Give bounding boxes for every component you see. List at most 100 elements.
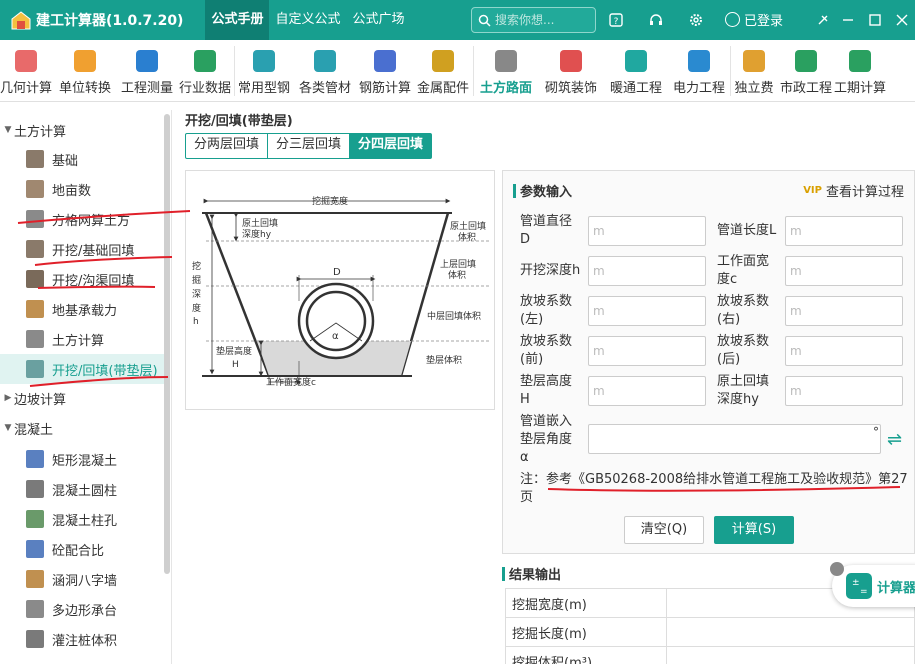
toolbar-item-5[interactable]: 各类管材: [293, 40, 357, 102]
minimize-icon[interactable]: [838, 10, 858, 30]
sidebar-item-earth-5[interactable]: 地基承载力: [0, 294, 164, 324]
label-orig-fill-volume: 体积: [458, 231, 476, 243]
sidebar-item-earth-7[interactable]: 开挖/回填(带垫层): [0, 354, 164, 384]
sidebar-item-concrete-5[interactable]: 多边形承台: [0, 594, 164, 624]
sidebar-item-concrete-0[interactable]: 矩形混凝土: [0, 444, 164, 474]
gear-icon[interactable]: [686, 10, 706, 30]
toolbar-item-6[interactable]: 钢筋计算: [357, 40, 413, 102]
sidebar-item-earth-0[interactable]: 基础: [0, 144, 164, 174]
app-logo-icon: [10, 9, 32, 31]
toolbar-item-4[interactable]: 常用型钢: [235, 40, 293, 102]
sidebar-item-icon: [26, 450, 44, 468]
group-earthwork[interactable]: ▼ 土方计算: [0, 120, 66, 140]
param-input-7[interactable]: [785, 336, 903, 366]
sidebar-item-concrete-3[interactable]: 砼配合比: [0, 534, 164, 564]
param-input-9[interactable]: [785, 376, 903, 406]
param-input-3[interactable]: [785, 256, 903, 286]
toolbar-item-1[interactable]: 单位转换: [52, 40, 118, 102]
tab-formula-manual[interactable]: 公式手册: [205, 0, 270, 40]
param-label-line: 度c: [717, 272, 738, 287]
param-input-6[interactable]: [588, 336, 706, 366]
tab-three-layer[interactable]: 分三层回填: [268, 134, 351, 158]
group-label: 土方计算: [14, 124, 67, 140]
tab-formula-square[interactable]: 公式广场: [347, 0, 411, 40]
toolbar-label: 暖通工程: [609, 81, 662, 96]
sidebar-item-label: 混凝土圆柱: [52, 483, 118, 499]
param-input-1[interactable]: [785, 216, 903, 246]
toolbar-item-3[interactable]: 行业数据: [176, 40, 234, 102]
toolbar-item-11[interactable]: 电力工程: [668, 40, 730, 102]
toolbar-item-9[interactable]: 砌筑装饰: [538, 40, 604, 102]
param-input-5[interactable]: [785, 296, 903, 326]
label-cushion-height: H: [232, 360, 239, 370]
label-depth-char: h: [193, 317, 199, 327]
top-tabs: 公式手册 自定义公式 公式广场: [205, 0, 410, 40]
reference-note: 注：参考《GB50268-2008给排水管道工程施工及验收规范》第27页: [520, 472, 908, 505]
category-toolbar: 几何计算 单位转换 工程测量 行业数据 常用型钢 各类管材 钢筋计算 金属配件 土方路面 砌筑装饰…: [0, 40, 915, 102]
sidebar-item-concrete-4[interactable]: 涵洞八字墙: [0, 564, 164, 594]
param-label-line: (后): [717, 352, 741, 367]
sidebar-item-icon: [26, 240, 44, 258]
calculator-float-button[interactable]: ± = 计算器: [832, 565, 915, 607]
param-label-line: (右): [717, 312, 741, 327]
sidebar-item-concrete-1[interactable]: 混凝土圆柱: [0, 474, 164, 504]
trench-diagram: 挖掘宽度 挖 掘 深 度 h 原土回填 深度hy 原土回填 体积 上层回填 体积…: [185, 170, 495, 410]
clear-button[interactable]: 清空(Q): [624, 516, 704, 544]
sidebar-scrollbar[interactable]: [164, 114, 170, 574]
group-concrete[interactable]: ▼ 混凝土: [0, 418, 53, 438]
param-label-2: 开挖深度h: [520, 262, 580, 280]
feedback-icon[interactable]: ?: [606, 10, 626, 30]
tab-four-layer[interactable]: 分四层回填: [350, 134, 432, 158]
toolbar-item-8[interactable]: 土方路面: [474, 40, 538, 102]
param-input-2[interactable]: [588, 256, 706, 286]
param-header: 参数输入: [513, 181, 572, 200]
toolbar-label: 独立费: [734, 81, 774, 96]
param-input-4[interactable]: [588, 296, 706, 326]
sidebar-item-concrete-2[interactable]: 混凝土柱孔: [0, 504, 164, 534]
sidebar-item-earth-1[interactable]: 地亩数: [0, 174, 164, 204]
title-bar: 建工计算器(1.0.7.20) 公式手册 自定义公式 公式广场 ? 已登录: [0, 0, 915, 40]
search-icon: [478, 14, 491, 27]
sidebar-item-earth-4[interactable]: 开挖/沟渠回填: [0, 264, 164, 294]
sidebar-item-earth-3[interactable]: 开挖/基础回填: [0, 234, 164, 264]
group-label: 混凝土: [14, 422, 54, 438]
param-label-line: 放坡系数: [520, 334, 573, 349]
view-process-link[interactable]: VIP 查看计算过程: [803, 181, 904, 200]
category-icon: [495, 50, 517, 72]
pin-icon[interactable]: [813, 10, 833, 30]
tab-two-layer[interactable]: 分两层回填: [186, 134, 269, 158]
param-input-0[interactable]: [588, 216, 706, 246]
param-input-8[interactable]: [588, 376, 706, 406]
result-header-label: 结果输出: [509, 568, 562, 583]
toolbar-item-7[interactable]: 金属配件: [413, 40, 473, 102]
search-input[interactable]: [495, 13, 590, 27]
group-label: 边坡计算: [14, 392, 67, 408]
login-status[interactable]: 已登录: [725, 10, 783, 29]
embed-angle-input[interactable]: [588, 424, 881, 454]
category-icon: [374, 50, 396, 72]
toolbar-item-10[interactable]: 暖通工程: [604, 40, 668, 102]
maximize-icon[interactable]: [865, 10, 885, 30]
close-icon[interactable]: [892, 10, 912, 30]
sidebar-item-earth-2[interactable]: 方格网算土方: [0, 204, 164, 234]
toolbar-item-14[interactable]: 工期计算: [834, 40, 886, 102]
label-orig-fill-depth: 原土回填: [242, 217, 278, 229]
param-label-line: 工作面宽: [717, 254, 770, 269]
float-pin-icon[interactable]: [830, 562, 844, 576]
param-label-line: 垫层高度: [520, 374, 573, 389]
label-upper-fill-volume: 体积: [448, 269, 466, 281]
toolbar-item-13[interactable]: 市政工程: [777, 40, 835, 102]
sidebar-item-earth-6[interactable]: 土方计算: [0, 324, 164, 354]
toolbar-item-2[interactable]: 工程测量: [118, 40, 176, 102]
toolbar-item-12[interactable]: 独立费: [731, 40, 777, 102]
sidebar-item-concrete-6[interactable]: 灌注桩体积: [0, 624, 164, 654]
sidebar-item-label: 开挖/沟渠回填: [52, 273, 135, 289]
sidebar-item-label: 土方计算: [52, 333, 105, 349]
swap-icon[interactable]: ⇌: [887, 429, 902, 450]
calculate-button[interactable]: 计算(S): [714, 516, 794, 544]
toolbar-label: 土方路面: [479, 81, 532, 96]
tab-custom-formula[interactable]: 自定义公式: [269, 0, 346, 40]
group-slope[interactable]: ▶ 边坡计算: [0, 388, 66, 408]
toolbar-item-0[interactable]: 几何计算: [0, 40, 52, 102]
headset-icon[interactable]: [646, 10, 666, 30]
